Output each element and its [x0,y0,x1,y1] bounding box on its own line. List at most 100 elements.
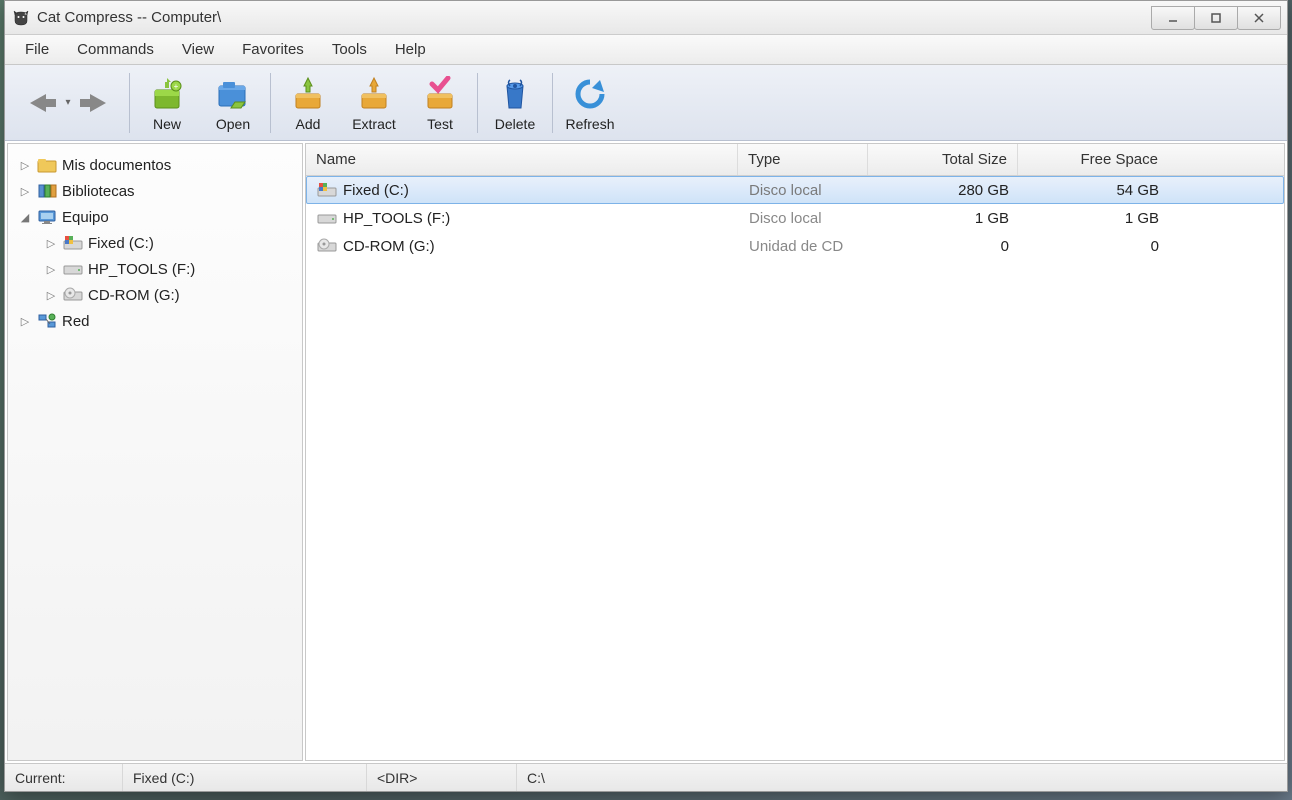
drive-icon [62,259,84,279]
menu-view[interactable]: View [170,37,226,62]
libraries-icon [36,181,58,201]
expander-icon[interactable]: ▷ [44,289,58,302]
network-icon [36,311,58,331]
window-buttons [1152,6,1281,30]
tree-item[interactable]: ▷Mis documentos [14,152,296,178]
test-button[interactable]: Test [407,70,473,136]
menu-tools[interactable]: Tools [320,37,379,62]
app-icon [11,8,31,28]
refresh-label: Refresh [565,116,614,132]
refresh-button[interactable]: Refresh [557,70,623,136]
column-type[interactable]: Type [738,144,868,175]
toolbar-separator [129,73,130,133]
drive-win-icon [317,181,337,199]
status-label: Current: [5,764,123,791]
cdrom-icon [317,237,337,255]
extract-button[interactable]: Extract [341,70,407,136]
tree-item[interactable]: ◢ Equipo [14,204,296,230]
status-item: Fixed (C:) [123,764,367,791]
tree-item-label: Red [62,313,90,330]
expander-icon[interactable]: ▷ [44,237,58,250]
menu-file[interactable]: File [13,37,61,62]
titlebar[interactable]: Cat Compress -- Computer\ [5,1,1287,35]
tree-item[interactable]: ▷ HP_TOOLS (F:) [14,256,296,282]
drive-win-icon [62,233,84,253]
tree-item-label: CD-ROM (G:) [88,287,180,304]
test-label: Test [427,116,453,132]
new-archive-icon: + [147,74,187,114]
tree-item-label: HP_TOOLS (F:) [88,261,195,278]
maximize-button[interactable] [1194,6,1238,30]
tree-item[interactable]: ▷ Fixed (C:) [14,230,296,256]
list-row[interactable]: CD-ROM (G:)Unidad de CD00 [306,232,1284,260]
row-free: 54 GB [1019,182,1169,199]
list-row[interactable]: HP_TOOLS (F:)Disco local1 GB1 GB [306,204,1284,232]
content-area: ▷Mis documentos▷Bibliotecas◢Equipo▷Fixed… [5,141,1287,763]
test-icon [420,74,460,114]
extract-icon [354,74,394,114]
tree-item-label: Bibliotecas [62,183,135,200]
menu-favorites[interactable]: Favorites [230,37,316,62]
tree-item[interactable]: ▷ Red [14,308,296,334]
list-header: Name Type Total Size Free Space [306,144,1284,176]
new-button[interactable]: + New [134,70,200,136]
svg-text:+: + [174,82,179,91]
row-free: 1 GB [1019,210,1169,227]
minimize-button[interactable] [1151,6,1195,30]
drive-icon [317,209,337,227]
open-button[interactable]: Open [200,70,266,136]
delete-button[interactable]: Delete [482,70,548,136]
list-body[interactable]: Fixed (C:)Disco local280 GB54 GBHP_TOOLS… [306,176,1284,760]
status-dir: <DIR> [367,764,517,791]
refresh-icon [570,74,610,114]
list-row[interactable]: Fixed (C:)Disco local280 GB54 GB [306,176,1284,204]
row-name: HP_TOOLS (F:) [343,210,450,227]
toolbar: ▾ + New Open Add [5,65,1287,141]
nav-history-dropdown[interactable]: ▾ [63,97,73,108]
menu-commands[interactable]: Commands [65,37,166,62]
row-type: Disco local [739,182,869,199]
nav-back-button[interactable] [19,83,63,123]
cdrom-icon [62,285,84,305]
expander-icon[interactable]: ◢ [18,211,32,224]
open-label: Open [216,116,250,132]
column-name[interactable]: Name [306,144,738,175]
nav-area: ▾ [11,83,125,123]
close-button[interactable] [1237,6,1281,30]
window-title: Cat Compress -- Computer\ [37,9,1152,26]
tree-panel[interactable]: ▷Mis documentos▷Bibliotecas◢Equipo▷Fixed… [7,143,303,761]
row-size: 0 [869,238,1019,255]
add-button[interactable]: Add [275,70,341,136]
row-size: 1 GB [869,210,1019,227]
statusbar: Current: Fixed (C:) <DIR> C:\ [5,763,1287,791]
list-panel: Name Type Total Size Free Space Fixed (C… [305,143,1285,761]
expander-icon[interactable]: ▷ [18,159,32,172]
tree-item-label: Equipo [62,209,109,226]
add-icon [288,74,328,114]
status-path: C:\ [517,764,1287,791]
delete-label: Delete [495,116,535,132]
column-free-space[interactable]: Free Space [1018,144,1168,175]
menu-help[interactable]: Help [383,37,438,62]
column-total-size[interactable]: Total Size [868,144,1018,175]
row-free: 0 [1019,238,1169,255]
toolbar-separator [477,73,478,133]
new-label: New [153,116,181,132]
expander-icon[interactable]: ▷ [44,263,58,276]
tree-item-label: Fixed (C:) [88,235,154,252]
expander-icon[interactable]: ▷ [18,315,32,328]
add-label: Add [296,116,321,132]
folder-icon [36,155,58,175]
computer-icon [36,207,58,227]
tree-item[interactable]: ▷ Bibliotecas [14,178,296,204]
menubar: File Commands View Favorites Tools Help [5,35,1287,65]
tree-item[interactable]: ▷ CD-ROM (G:) [14,282,296,308]
app-window: Cat Compress -- Computer\ File Commands … [4,0,1288,792]
open-folder-icon [213,74,253,114]
extract-label: Extract [352,116,396,132]
trash-icon [495,74,535,114]
row-name: CD-ROM (G:) [343,238,435,255]
toolbar-separator [270,73,271,133]
expander-icon[interactable]: ▷ [18,185,32,198]
nav-forward-button[interactable] [73,83,117,123]
